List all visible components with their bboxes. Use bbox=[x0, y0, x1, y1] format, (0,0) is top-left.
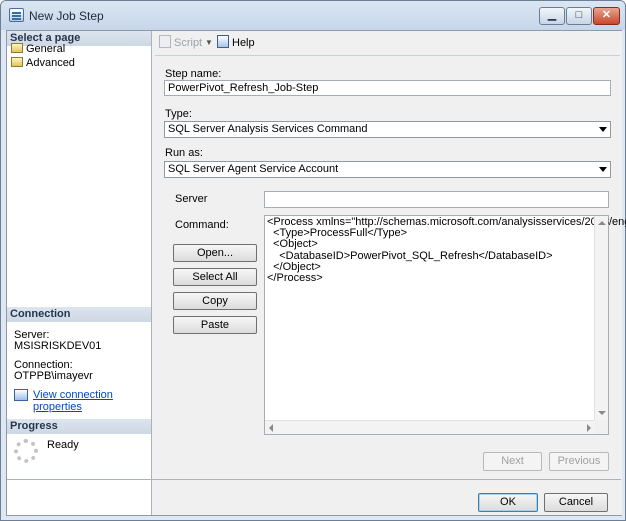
connection-header: Connection bbox=[7, 307, 151, 322]
type-label: Type: bbox=[165, 108, 192, 120]
step-name-label: Step name: bbox=[165, 68, 222, 80]
dialog-client: Select a page General Advanced Connectio… bbox=[6, 30, 626, 516]
scroll-right-icon[interactable] bbox=[587, 424, 591, 432]
select-all-button[interactable]: Select All bbox=[173, 268, 257, 286]
connection-value: OTPPB\imayevr bbox=[14, 370, 93, 382]
connection-properties-icon bbox=[14, 389, 28, 401]
previous-button[interactable]: Previous bbox=[549, 452, 609, 471]
title-bar[interactable]: New Job Step ▁ □ ✕ bbox=[1, 1, 625, 30]
scrollbar-corner bbox=[594, 420, 608, 434]
page-icon bbox=[11, 43, 23, 53]
new-job-step-window: New Job Step ▁ □ ✕ Select a page General… bbox=[0, 0, 626, 521]
script-dropdown-arrow-icon[interactable]: ▼ bbox=[205, 35, 213, 51]
help-button[interactable]: Help bbox=[217, 35, 255, 51]
window-title: New Job Step bbox=[29, 9, 104, 23]
run-as-select-value: SQL Server Agent Service Account bbox=[168, 163, 339, 175]
help-label: Help bbox=[232, 37, 255, 49]
footer-divider bbox=[7, 479, 621, 480]
script-label: Script bbox=[174, 37, 203, 49]
progress-header: Progress bbox=[7, 419, 151, 434]
page-item-advanced[interactable]: Advanced bbox=[11, 56, 75, 70]
type-select-value: SQL Server Analysis Services Command bbox=[168, 123, 368, 135]
server-field[interactable] bbox=[264, 191, 609, 208]
step-name-field[interactable]: PowerPivot_Refresh_Job-Step bbox=[164, 80, 611, 96]
progress-spinner-icon bbox=[14, 439, 38, 463]
next-button[interactable]: Next bbox=[483, 452, 542, 471]
scroll-up-icon[interactable] bbox=[598, 221, 606, 225]
server-value: MSISRISKDEV01 bbox=[14, 340, 102, 352]
command-text[interactable]: <Process xmlns="http://schemas.microsoft… bbox=[267, 216, 626, 284]
view-connection-properties-link[interactable]: View connection properties bbox=[33, 389, 151, 413]
script-button[interactable]: Script bbox=[159, 35, 202, 51]
page-icon bbox=[11, 57, 23, 67]
open-button[interactable]: Open... bbox=[173, 244, 257, 262]
left-panel: Select a page General Advanced Connectio… bbox=[7, 31, 152, 515]
page-item-general[interactable]: General bbox=[11, 42, 65, 56]
cancel-button[interactable]: Cancel bbox=[544, 493, 608, 512]
scroll-down-icon[interactable] bbox=[598, 411, 606, 415]
toolbar: Script ▼ Help bbox=[153, 31, 622, 53]
type-select[interactable]: SQL Server Analysis Services Command bbox=[164, 121, 611, 138]
progress-status: Ready bbox=[47, 439, 79, 451]
server-field-label: Server bbox=[175, 193, 208, 205]
run-as-select[interactable]: SQL Server Agent Service Account bbox=[164, 161, 611, 178]
page-item-label: General bbox=[26, 43, 66, 55]
script-icon bbox=[159, 35, 171, 48]
maximize-button[interactable]: □ bbox=[566, 7, 592, 25]
command-label: Command: bbox=[175, 219, 229, 231]
help-icon bbox=[217, 35, 229, 48]
run-as-label: Run as: bbox=[165, 147, 203, 159]
copy-button[interactable]: Copy bbox=[173, 292, 257, 310]
page-item-label: Advanced bbox=[26, 57, 75, 69]
scroll-left-icon[interactable] bbox=[269, 424, 273, 432]
right-panel: Script ▼ Help Step name: PowerPivot_Refr… bbox=[153, 31, 626, 515]
job-step-icon bbox=[9, 8, 24, 22]
vertical-scrollbar[interactable] bbox=[594, 216, 608, 420]
toolbar-divider bbox=[155, 55, 620, 56]
minimize-button[interactable]: ▁ bbox=[539, 7, 565, 25]
command-textarea[interactable]: <Process xmlns="http://schemas.microsoft… bbox=[264, 215, 626, 435]
chevron-down-icon bbox=[599, 167, 607, 172]
horizontal-scrollbar[interactable] bbox=[265, 420, 595, 434]
close-button[interactable]: ✕ bbox=[593, 7, 620, 25]
paste-button[interactable]: Paste bbox=[173, 316, 257, 334]
chevron-down-icon bbox=[599, 127, 607, 132]
ok-button[interactable]: OK bbox=[478, 493, 538, 512]
